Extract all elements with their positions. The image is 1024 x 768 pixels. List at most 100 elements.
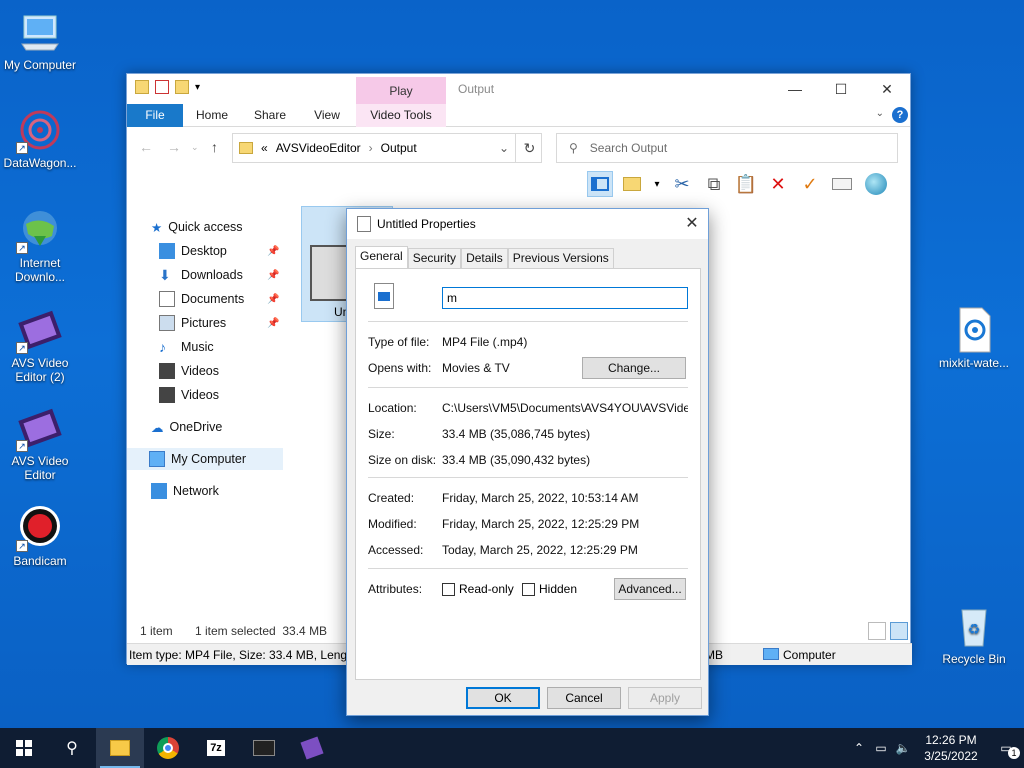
tab-view[interactable]: View (305, 104, 349, 127)
advanced-button[interactable]: Advanced... (614, 578, 686, 600)
folder-icon[interactable] (135, 80, 149, 94)
tab-security[interactable]: Security (407, 248, 462, 268)
desktop-icon-avs-video-editor-2[interactable]: ↗ AVS Video Editor (2) (0, 306, 80, 384)
checkbox-box[interactable] (522, 582, 535, 596)
search-input[interactable]: ⚲ Search Output (556, 133, 898, 163)
desktop-icon-my-computer[interactable]: My Computer (0, 8, 80, 72)
start-button[interactable] (0, 728, 48, 768)
large-icons-view-icon[interactable] (890, 622, 908, 640)
volume-icon[interactable]: 🔈 (892, 741, 914, 755)
nav-videos[interactable]: Videos (159, 360, 219, 382)
nav-music[interactable]: ♪ Music (159, 336, 214, 358)
new-folder-icon[interactable] (619, 171, 645, 197)
tab-share[interactable]: Share (247, 104, 293, 127)
forward-arrow-icon[interactable]: → (167, 139, 181, 155)
close-button[interactable]: ✕ (864, 74, 910, 104)
nav-my-computer[interactable]: My Computer (127, 448, 283, 470)
computer-icon (16, 8, 64, 56)
recent-locations-icon[interactable]: ⌄ (191, 142, 199, 153)
rename-check-icon[interactable]: ✓ (797, 171, 823, 197)
taskbar-chrome[interactable] (144, 728, 192, 768)
breadcrumb-output[interactable]: Output (381, 141, 417, 155)
nav-desktop[interactable]: Desktop (159, 240, 227, 262)
nav-documents[interactable]: Documents (159, 288, 244, 310)
hidden-checkbox[interactable]: Hidden (522, 582, 577, 596)
search-button[interactable]: ⚲ (48, 728, 96, 768)
dialog-titlebar: Untitled Properties ✕ (347, 209, 708, 239)
maximize-button[interactable]: ☐ (818, 74, 864, 104)
clock[interactable]: 12:26 PM 3/25/2022 (914, 732, 988, 764)
change-button[interactable]: Change... (582, 357, 686, 379)
copy-icon[interactable]: ⧉ (701, 171, 727, 197)
location-value: C:\Users\VM5\Documents\AVS4YOU\AVSVideoE… (442, 401, 688, 415)
close-icon[interactable]: ✕ (676, 209, 708, 239)
item-details: Item type: MP4 File, Size: 33.4 MB, Leng… (129, 648, 358, 662)
address-dropdown-icon[interactable]: ⌄ (499, 141, 509, 155)
taskbar-avs-video-editor[interactable] (288, 728, 336, 768)
preview-pane-icon[interactable] (587, 171, 613, 197)
taskbar-7zip[interactable]: 7z (192, 728, 240, 768)
tab-general[interactable]: General (355, 246, 408, 268)
nav-quick-access[interactable]: ★ Quick access (151, 216, 243, 238)
desktop-icon-mixkit-file[interactable]: mixkit-wate... (934, 306, 1014, 370)
desktop-icon-datawagon[interactable]: ↗ DataWagon... (0, 106, 80, 170)
avs-film-icon: ↗ (16, 404, 64, 452)
video-file-icon (374, 283, 394, 309)
address-bar[interactable]: « AVSVideoEditor › Output ⌄ (232, 133, 542, 163)
taskbar-file-explorer[interactable] (96, 728, 144, 768)
read-only-checkbox[interactable]: Read-only (442, 582, 514, 596)
refresh-button[interactable]: ↻ (515, 133, 543, 163)
pin-icon[interactable]: 📌 (267, 270, 279, 281)
nav-downloads[interactable]: ⬇ Downloads (159, 264, 243, 286)
nav-onedrive[interactable]: ☁ OneDrive (151, 416, 222, 438)
up-arrow-icon[interactable]: ↑ (211, 139, 218, 155)
nav-network[interactable]: Network (151, 480, 219, 502)
notifications-icon[interactable]: ▭ 1 (988, 741, 1024, 759)
address-overflow[interactable]: « (261, 141, 268, 155)
properties-dialog: Untitled Properties ✕ General Security D… (346, 208, 709, 716)
attributes-label: Attributes: (368, 582, 423, 596)
pin-icon[interactable]: 📌 (267, 294, 279, 305)
chrome-icon (157, 737, 179, 759)
tab-video-tools[interactable]: Video Tools (356, 104, 446, 127)
new-folder-icon[interactable] (175, 80, 189, 94)
desktop-icon-avs-video-editor[interactable]: ↗ AVS Video Editor (0, 404, 80, 482)
breadcrumb-avsvideoeditor[interactable]: AVSVideoEditor (276, 141, 361, 155)
paste-icon[interactable]: 📋 (733, 171, 759, 197)
shell-icon[interactable] (861, 171, 891, 197)
back-arrow-icon[interactable]: ← (139, 139, 153, 155)
file-name-input[interactable] (442, 287, 688, 309)
desktop-icon-recycle-bin[interactable]: ♻ Recycle Bin (934, 602, 1014, 666)
ribbon-expand-icon[interactable]: ⌄ (876, 108, 884, 119)
cancel-button[interactable]: Cancel (547, 687, 621, 709)
cut-icon[interactable]: ✂ (669, 171, 695, 197)
tab-details[interactable]: Details (461, 248, 508, 268)
separator (368, 387, 688, 388)
dropdown-icon[interactable]: ▾ (651, 171, 663, 197)
properties-icon[interactable] (155, 80, 169, 94)
tab-previous-versions[interactable]: Previous Versions (507, 248, 614, 268)
network-icon[interactable]: ▭ (870, 741, 892, 755)
customize-toolbar-icon[interactable]: ▾ (195, 82, 200, 93)
checkbox-box[interactable] (442, 582, 455, 596)
apply-button[interactable]: Apply (628, 687, 702, 709)
minimize-button[interactable]: — (772, 74, 818, 104)
desktop-icon-bandicam[interactable]: ↗ Bandicam (0, 504, 80, 568)
size-label: Size: (368, 427, 395, 441)
film-strip-icon (159, 387, 175, 403)
taskbar-terminal[interactable] (240, 728, 288, 768)
delete-icon[interactable]: ✕ (765, 171, 791, 197)
nav-videos-2[interactable]: Videos (159, 384, 219, 406)
ok-button[interactable]: OK (466, 687, 540, 709)
file-icon (357, 216, 371, 232)
help-icon[interactable]: ? (892, 107, 908, 123)
pin-icon[interactable]: 📌 (267, 318, 279, 329)
tab-file[interactable]: File (127, 104, 183, 127)
properties-icon[interactable] (829, 171, 855, 197)
pin-icon[interactable]: 📌 (267, 246, 279, 257)
desktop-icon-internet-download[interactable]: ↗ Internet Downlo... (0, 206, 80, 284)
tab-home[interactable]: Home (189, 104, 235, 127)
chevron-up-icon[interactable]: ⌃ (848, 741, 870, 755)
details-view-icon[interactable] (868, 622, 886, 640)
nav-pictures[interactable]: Pictures (159, 312, 226, 334)
